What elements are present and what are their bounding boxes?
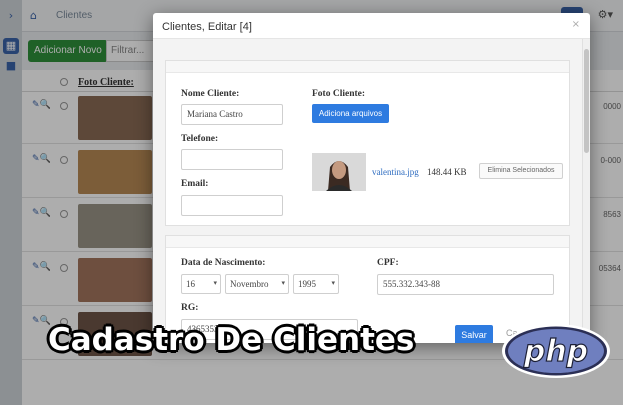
- name-label: Nome Cliente:: [181, 89, 240, 99]
- edit-client-modal: Clientes, Editar [4] × Nome Cliente: Mar…: [153, 13, 590, 343]
- promo-title: Cadastro De Clientes: [48, 322, 415, 358]
- modal-scrollbar[interactable]: [582, 39, 590, 343]
- remove-selected-button[interactable]: Elimina Selecionados: [479, 163, 563, 179]
- cpf-input[interactable]: 555.332.343-88: [377, 274, 554, 295]
- birth-date-label: Data de Nascimento:: [181, 258, 266, 268]
- save-button[interactable]: Salvar: [455, 325, 493, 343]
- upload-files-button[interactable]: Adiciona arquivos: [312, 104, 389, 123]
- client-photo-thumbnail[interactable]: [312, 153, 366, 191]
- cpf-label: CPF:: [377, 258, 399, 268]
- name-input[interactable]: Mariana Castro: [181, 104, 283, 125]
- chevron-down-icon: ▾: [213, 279, 217, 287]
- rg-label: RG:: [181, 303, 199, 313]
- panel-header: [166, 61, 569, 73]
- panel-header: [166, 236, 569, 248]
- php-logo-text: php: [523, 334, 588, 369]
- close-icon[interactable]: ×: [572, 19, 580, 30]
- scrollbar-thumb[interactable]: [584, 49, 589, 153]
- modal-body: Nome Cliente: Mariana Castro Foto Client…: [153, 39, 582, 343]
- birth-month-select[interactable]: Novembro ▾: [225, 274, 289, 294]
- birth-year-value: 1995: [298, 279, 316, 289]
- birth-year-select[interactable]: 1995 ▾: [293, 274, 339, 294]
- chevron-down-icon: ▾: [331, 279, 335, 287]
- birth-day-value: 16: [186, 279, 195, 289]
- client-info-panel: Nome Cliente: Mariana Castro Foto Client…: [165, 60, 570, 226]
- file-name-link[interactable]: valentina.jpg: [372, 167, 419, 177]
- phone-input[interactable]: [181, 149, 283, 170]
- file-size: 148.44 KB: [427, 167, 467, 177]
- email-input[interactable]: [181, 195, 283, 216]
- phone-label: Telefone:: [181, 134, 219, 144]
- photo-label: Foto Cliente:: [312, 89, 366, 99]
- modal-title: Clientes, Editar [4]: [162, 21, 252, 33]
- chevron-down-icon: ▾: [281, 279, 285, 287]
- php-logo: php: [500, 322, 612, 380]
- email-label: Email:: [181, 179, 209, 189]
- birth-day-select[interactable]: 16 ▾: [181, 274, 221, 294]
- birth-month-value: Novembro: [230, 279, 269, 289]
